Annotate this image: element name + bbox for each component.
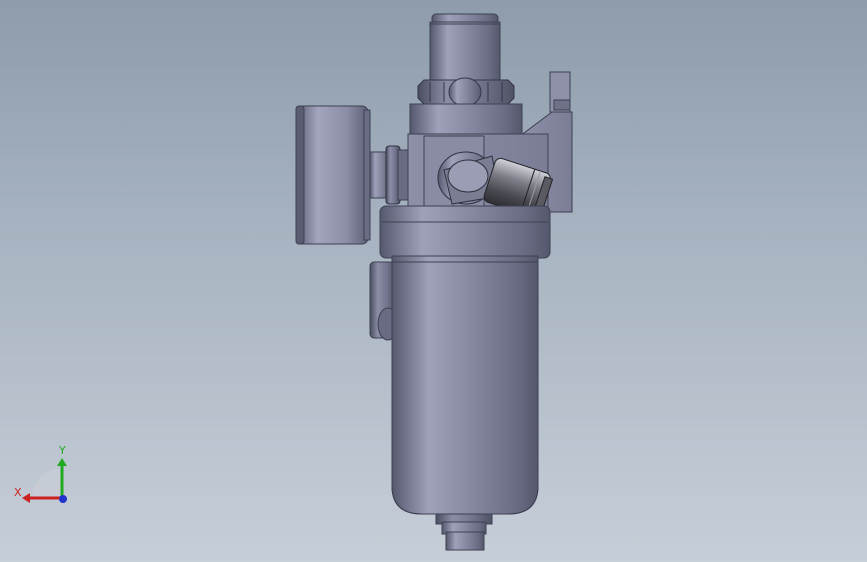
adjustment-knob (429, 13, 501, 81)
view-orientation-triad: Y X (14, 444, 67, 503)
bonnet-neck (409, 103, 523, 137)
y-axis-arrowhead (57, 458, 67, 466)
filter-regulator-model[interactable] (0, 0, 867, 562)
z-axis-dot (59, 495, 67, 503)
lock-nut (417, 77, 515, 107)
bowl-collar (379, 205, 551, 259)
y-axis-label: Y (58, 444, 66, 457)
filter-bowl (391, 255, 539, 515)
drain-valve (435, 513, 493, 551)
x-axis-label: X (14, 486, 22, 499)
cad-graphics-viewport[interactable]: Y X (0, 0, 867, 562)
x-axis-arrowhead (22, 493, 30, 503)
triad-plane (32, 468, 62, 498)
